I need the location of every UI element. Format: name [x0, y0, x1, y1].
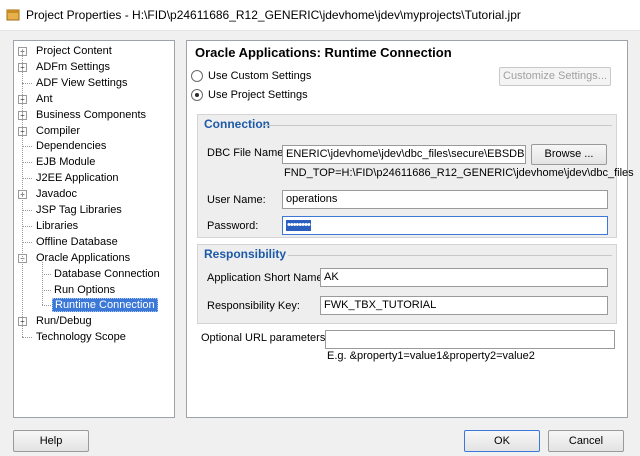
user-name-input[interactable]: operations — [282, 190, 608, 209]
tree-connector — [42, 273, 51, 275]
connection-heading: Connection — [204, 117, 270, 131]
tree-item-label: Offline Database — [36, 235, 118, 248]
tree-item-label: JSP Tag Libraries — [36, 204, 122, 216]
tree-connector — [22, 162, 32, 164]
tree-item[interactable]: Business Components — [34, 107, 148, 123]
use-project-settings-label: Use Project Settings — [208, 89, 308, 101]
responsibility-key-input[interactable]: FWK_TBX_TUTORIAL — [320, 296, 608, 315]
tree-item-label: EJB Module — [36, 156, 96, 169]
tree-connector — [22, 51, 23, 338]
tree-item[interactable]: Runtime Connection — [52, 297, 158, 313]
tree-item-label: ADF View Settings — [36, 76, 128, 89]
tree-item[interactable]: Project Content — [34, 43, 114, 59]
tree-item[interactable]: ADFm Settings — [34, 59, 112, 75]
project-properties-dialog: Project Properties - H:\FID\p24611686_R1… — [0, 0, 640, 456]
connection-group: Connection DBC File Name: ENERIC\jdevhom… — [197, 114, 634, 238]
password-label: Password: — [207, 220, 259, 232]
use-custom-settings-radio[interactable]: Use Custom Settings — [191, 70, 311, 82]
tree-connector — [22, 337, 32, 339]
window-title: Project Properties - H:\FID\p24611686_R1… — [26, 8, 521, 22]
optional-url-label: Optional URL parameters: — [201, 332, 329, 344]
tree-connector — [42, 289, 51, 291]
responsibility-heading: Responsibility — [204, 247, 287, 261]
title-bar: Project Properties - H:\FID\p24611686_R1… — [0, 0, 640, 31]
tree-item-label: Run/Debug — [36, 315, 92, 328]
customize-settings-button[interactable]: Customize Settings... — [499, 67, 611, 86]
user-name-label: User Name: — [207, 194, 266, 206]
responsibility-key-label: Responsibility Key: — [207, 300, 300, 312]
tree-item[interactable]: ADF View Settings — [34, 75, 130, 91]
tree-item[interactable]: EJB Module — [34, 154, 97, 170]
tree-item-label: ADFm Settings — [36, 60, 110, 73]
tree-item-label: Libraries — [36, 219, 79, 232]
responsibility-group: Responsibility Application Short Name: A… — [197, 244, 617, 324]
url-example-text: E.g. &property1=value1&property2=value2 — [327, 350, 535, 362]
settings-tree[interactable]: + Project Content + ADFm Settings ADF View S… — [13, 40, 175, 418]
tree-connector — [22, 241, 32, 243]
tree-item-label: Oracle Applications — [36, 251, 131, 264]
tree-connector — [22, 178, 32, 180]
help-button[interactable]: Help — [13, 430, 89, 452]
runtime-connection-panel: Oracle Applications: Runtime Connection … — [186, 40, 634, 418]
fnd-top-text: FND_TOP=H:\FID\p24611686_R12_GENERIC\jde… — [284, 167, 634, 179]
tree-connector — [42, 261, 43, 306]
panel-title: Oracle Applications: Runtime Connection — [195, 45, 452, 60]
cancel-button[interactable]: Cancel — [548, 430, 624, 452]
tree-item[interactable]: Technology Scope — [34, 329, 128, 345]
tree-item-label: J2EE Application — [36, 172, 119, 185]
tree-item[interactable]: Dependencies — [34, 138, 108, 154]
tree-item-label: Dependencies — [36, 140, 107, 153]
app-short-name-label: Application Short Name: — [207, 272, 326, 284]
tree-item-label: Database Connection — [54, 267, 160, 280]
tree-item-label: Compiler — [36, 124, 81, 137]
connection-divider — [262, 125, 612, 126]
app-short-name-input[interactable]: AK — [320, 268, 608, 287]
tree-item-label: Business Components — [36, 108, 147, 121]
tree-item[interactable]: Javadoc — [34, 186, 79, 202]
optional-url-input[interactable] — [325, 330, 615, 349]
app-icon — [6, 9, 20, 21]
tree-item-label: Project Content — [36, 45, 112, 57]
password-input[interactable]: •••••••• — [282, 216, 608, 235]
tree-item[interactable]: Compiler — [34, 123, 82, 139]
tree-item-label: Run Options — [54, 283, 116, 296]
dbc-file-label: DBC File Name: — [207, 147, 287, 159]
password-mask: •••••••• — [286, 219, 311, 231]
tree-item-label: Ant — [36, 92, 53, 105]
browse-button[interactable]: Browse ... — [531, 144, 607, 165]
tree-item[interactable]: Database Connection — [52, 266, 162, 282]
tree-item[interactable]: JSP Tag Libraries — [34, 202, 124, 218]
tree-item[interactable]: Offline Database — [34, 234, 120, 250]
radio-unselected-icon — [191, 70, 203, 82]
tree-item-label: Technology Scope — [36, 331, 126, 344]
dbc-file-input[interactable]: ENERIC\jdevhome\jdev\dbc_files\secure\EB… — [282, 145, 526, 164]
use-project-settings-radio[interactable]: Use Project Settings — [191, 89, 308, 101]
tree-item[interactable]: Run Options — [52, 282, 117, 298]
tree-item[interactable]: Libraries — [34, 218, 80, 234]
ok-button[interactable]: OK — [464, 430, 540, 452]
tree-connector — [42, 305, 51, 307]
tree-item[interactable]: Run/Debug — [34, 313, 94, 329]
tree-connector — [22, 82, 32, 84]
responsibility-divider — [288, 255, 612, 256]
tree-connector — [22, 225, 32, 227]
use-custom-settings-label: Use Custom Settings — [208, 70, 312, 82]
tree-item[interactable]: Ant — [34, 91, 55, 107]
tree-connector — [22, 210, 32, 211]
tree-item-label: Runtime Connection — [52, 298, 158, 313]
tree-item[interactable]: J2EE Application — [34, 170, 121, 186]
tree-connector — [22, 146, 32, 148]
radio-selected-icon — [191, 89, 203, 101]
tree-item-label: Javadoc — [36, 188, 77, 201]
tree-item[interactable]: Oracle Applications — [34, 250, 132, 266]
